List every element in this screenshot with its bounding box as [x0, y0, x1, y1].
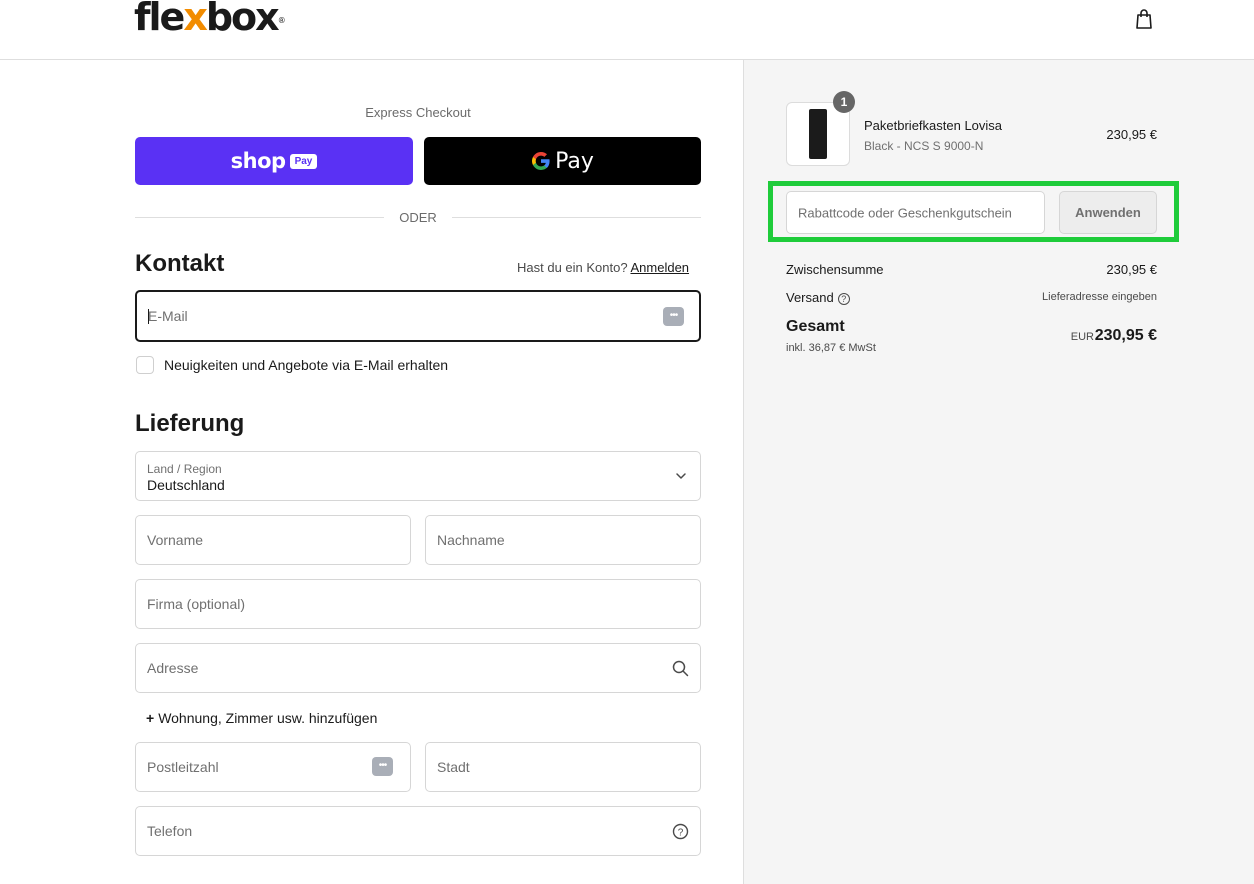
address-field[interactable]: Adresse [135, 643, 701, 693]
tax-note: inkl. 36,87 € MwSt [786, 342, 876, 354]
svg-text:?: ? [678, 827, 684, 838]
email-field[interactable]: E-Mail ••• [135, 290, 701, 342]
google-pay-label: Pay [555, 148, 594, 174]
google-g-icon [532, 152, 550, 170]
email-placeholder: E-Mail [148, 308, 188, 324]
newsletter-label: Neuigkeiten und Angebote via E-Mail erha… [164, 357, 449, 373]
product-name: Paketbriefkasten Lovisa [864, 118, 1003, 133]
phone-field[interactable]: Telefon ? [135, 806, 701, 856]
company-field[interactable]: Firma (optional) [135, 579, 701, 629]
divider-line [135, 216, 385, 218]
autofill-icon[interactable]: ••• [663, 307, 684, 326]
plus-icon: + [146, 710, 155, 726]
product-image [809, 109, 827, 159]
discount-placeholder: Rabattcode oder Geschenkgutschein [798, 205, 1012, 220]
first-name-field[interactable]: Vorname [135, 515, 411, 565]
shipping-value: Lieferadresse eingeben [1042, 291, 1157, 303]
contact-heading: Kontakt [135, 250, 225, 277]
newsletter-option[interactable]: Neuigkeiten und Angebote via E-Mail erha… [136, 356, 448, 374]
autofill-icon[interactable]: ••• [372, 757, 393, 776]
country-value: Deutschland [147, 477, 225, 493]
company-placeholder: Firma (optional) [147, 596, 246, 612]
help-circle-icon[interactable]: ? [837, 293, 850, 305]
shop-pay-button[interactable]: shop Pay [135, 137, 413, 185]
quantity-badge: 1 [833, 91, 855, 113]
delivery-heading: Lieferung [135, 410, 245, 437]
country-label: Land / Region [147, 462, 222, 476]
shop-pay-wordmark: shop [230, 149, 286, 173]
header: flexbox ® [0, 0, 1254, 60]
product-variant: Black - NCS S 9000-N [864, 139, 984, 153]
or-text: ODER [399, 209, 437, 225]
chevron-down-icon [676, 473, 686, 479]
total-label: Gesamt [786, 318, 845, 335]
first-name-placeholder: Vorname [147, 532, 204, 548]
shopping-bag-icon[interactable] [1134, 8, 1154, 30]
account-question: Hast du ein Konto? [517, 260, 628, 275]
login-link[interactable]: Anmelden [630, 260, 689, 275]
subtotal-value: 230,95 € [1106, 262, 1157, 277]
city-field[interactable]: Stadt [425, 742, 701, 792]
discount-code-field[interactable]: Rabattcode oder Geschenkgutschein [786, 191, 1045, 234]
last-name-placeholder: Nachname [437, 532, 505, 548]
help-circle-icon[interactable]: ? [672, 823, 689, 840]
last-name-field[interactable]: Nachname [425, 515, 701, 565]
search-icon[interactable] [672, 660, 689, 677]
divider-line [451, 216, 701, 218]
google-pay-button[interactable]: Pay [424, 137, 701, 185]
product-price: 230,95 € [1106, 127, 1157, 142]
express-checkout-label: Express Checkout [365, 105, 471, 120]
account-prompt: Hast du ein Konto? Anmelden [517, 260, 689, 275]
add-apartment-link[interactable]: + Wohnung, Zimmer usw. hinzufügen [146, 710, 377, 726]
text-cursor [148, 309, 149, 324]
add-apartment-label: Wohnung, Zimmer usw. hinzufügen [158, 710, 378, 726]
apply-discount-button[interactable]: Anwenden [1059, 191, 1157, 234]
country-select[interactable]: Land / Region Deutschland [135, 451, 701, 501]
postal-code-placeholder: Postleitzahl [147, 759, 219, 775]
address-placeholder: Adresse [147, 660, 199, 676]
currency-code: EUR [1070, 331, 1094, 343]
city-placeholder: Stadt [437, 759, 470, 775]
phone-placeholder: Telefon [147, 823, 193, 839]
postal-code-field[interactable]: Postleitzahl ••• [135, 742, 411, 792]
subtotal-label: Zwischensumme [786, 262, 884, 277]
or-separator: ODER [135, 208, 701, 226]
flexbox-logo[interactable]: flexbox ® [134, 0, 286, 38]
newsletter-checkbox[interactable] [136, 356, 154, 374]
shipping-label: Versand [786, 290, 834, 305]
shop-pay-badge: Pay [289, 153, 318, 169]
shipping-row: Versand? [786, 290, 850, 305]
total-value: 230,95 € [1094, 327, 1157, 344]
